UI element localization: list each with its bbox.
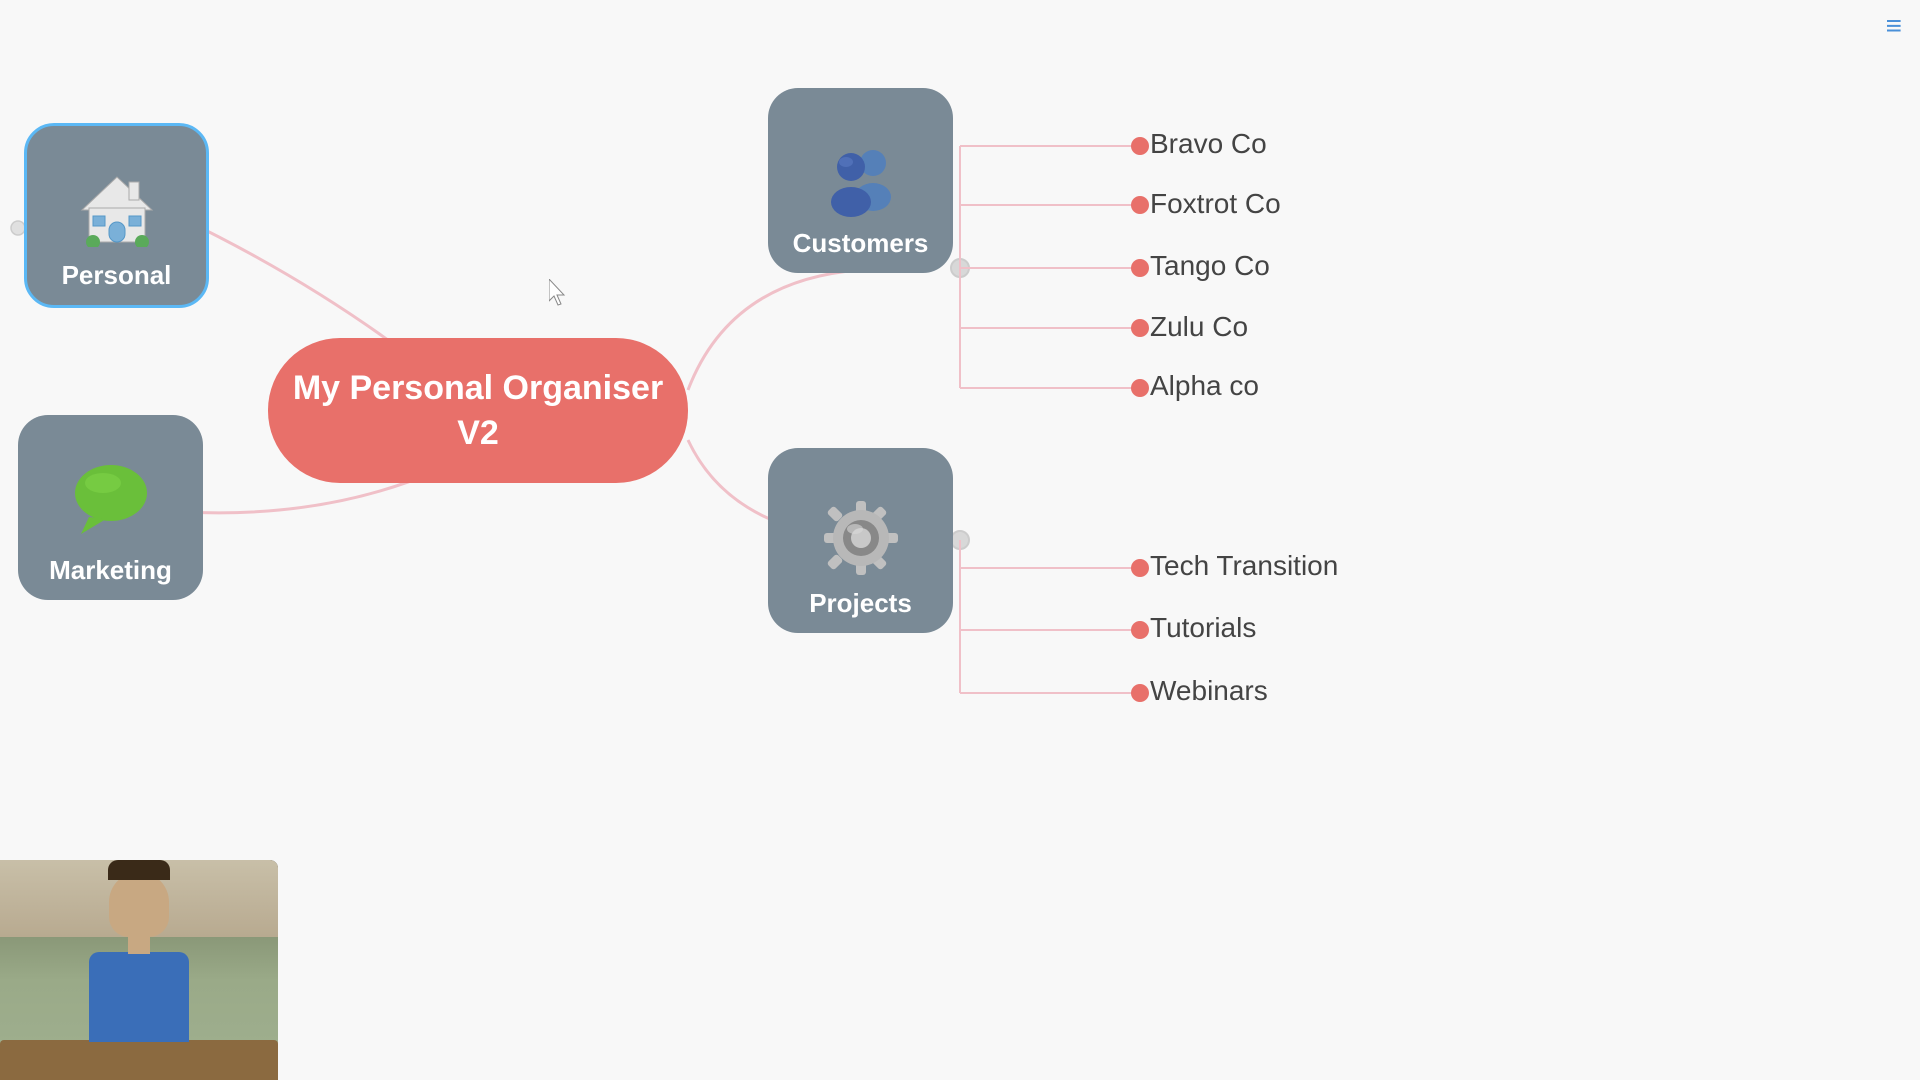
house-icon — [77, 172, 157, 252]
leaf-alpha-co[interactable]: Alpha co — [1150, 370, 1259, 402]
gear-icon — [822, 499, 900, 582]
marketing-label: Marketing — [49, 555, 172, 586]
central-node[interactable]: My Personal OrganiserV2 — [268, 338, 688, 483]
leaf-tango-co[interactable]: Tango Co — [1150, 250, 1270, 282]
mouse-cursor — [549, 279, 569, 307]
branch-node-marketing[interactable]: Marketing — [18, 415, 203, 600]
customers-label: Customers — [793, 228, 929, 259]
branch-node-projects[interactable]: Projects — [768, 448, 953, 633]
foxtrot-co-label: Foxtrot Co — [1150, 188, 1281, 220]
webinars-label: Webinars — [1150, 675, 1268, 707]
zulu-co-label: Zulu Co — [1150, 311, 1248, 343]
projects-label: Projects — [809, 588, 912, 619]
leaf-foxtrot-co[interactable]: Foxtrot Co — [1150, 188, 1281, 220]
central-node-title: My Personal OrganiserV2 — [293, 366, 663, 454]
leaf-bravo-co[interactable]: Bravo Co — [1150, 128, 1267, 160]
connections-layer — [0, 0, 1920, 1080]
menu-icon[interactable]: ≡ — [1886, 10, 1902, 42]
tech-transition-label: Tech Transition — [1150, 550, 1338, 582]
people-icon — [821, 145, 901, 222]
leaf-webinars[interactable]: Webinars — [1150, 675, 1268, 707]
chat-icon — [71, 459, 151, 549]
branch-node-personal[interactable]: Personal — [24, 123, 209, 308]
bravo-co-label: Bravo Co — [1150, 128, 1267, 160]
leaf-zulu-co[interactable]: Zulu Co — [1150, 311, 1248, 343]
alpha-co-label: Alpha co — [1150, 370, 1259, 402]
branch-node-customers[interactable]: Customers — [768, 88, 953, 273]
personal-label: Personal — [62, 260, 172, 291]
tango-co-label: Tango Co — [1150, 250, 1270, 282]
leaf-tech-transition[interactable]: Tech Transition — [1150, 550, 1338, 582]
tutorials-label: Tutorials — [1150, 612, 1256, 644]
webcam-overlay — [0, 860, 278, 1080]
leaf-tutorials[interactable]: Tutorials — [1150, 612, 1256, 644]
